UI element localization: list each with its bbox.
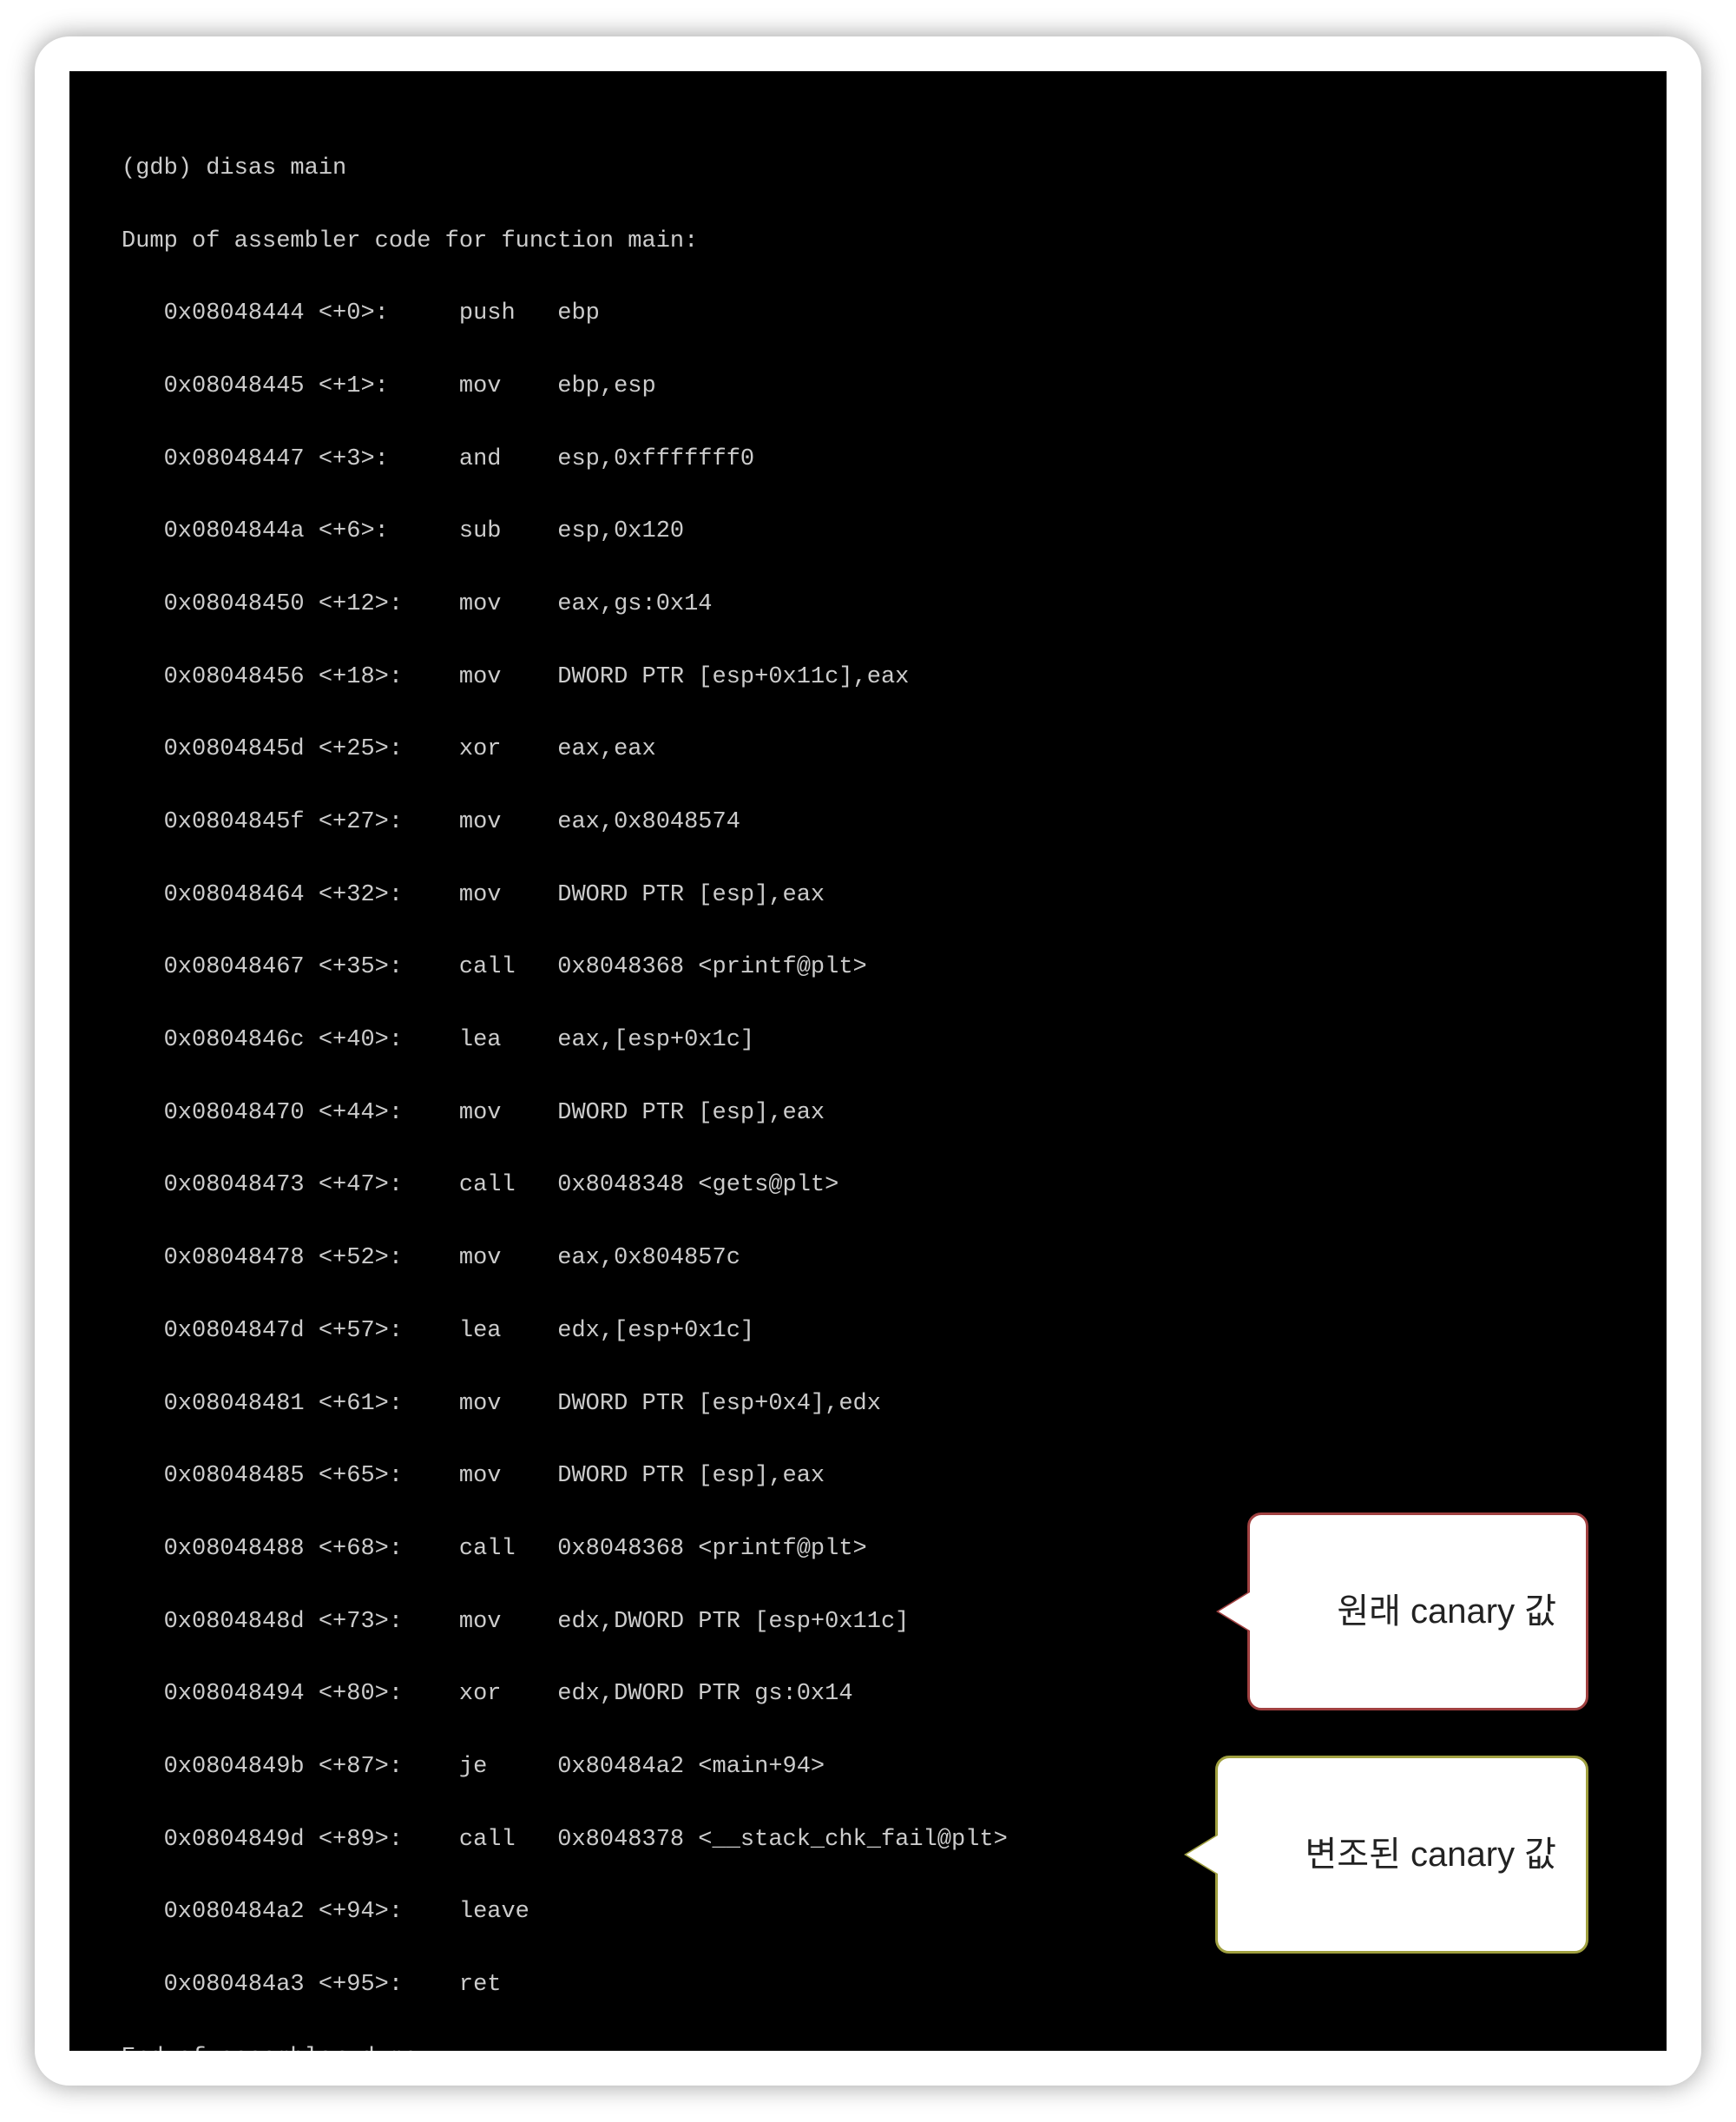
callout-label: 변조된 canary 값 [1305,1835,1557,1874]
asm-line: 0x08048473 <+47>: call 0x8048348 <gets@p… [122,1168,1614,1204]
asm-line: 0x08048444 <+0>: push ebp [122,296,1614,333]
asm-dump-end: End of assembler dump. [122,2040,1614,2051]
gdb-cmd-disas: (gdb) disas main [122,151,1614,188]
asm-line: 0x0804845f <+27>: mov eax,0x8048574 [122,805,1614,841]
asm-line: 0x08048485 <+65>: mov DWORD PTR [esp],ea… [122,1459,1614,1495]
screenshot-frame: (gdb) disas main Dump of assembler code … [35,36,1701,2086]
asm-line: 0x0804846c <+40>: lea eax,[esp+0x1c] [122,1023,1614,1059]
asm-line: 0x08048445 <+1>: mov ebp,esp [122,369,1614,405]
asm-line: 0x08048478 <+52>: mov eax,0x804857c [122,1241,1614,1277]
asm-line: 0x08048447 <+3>: and esp,0xfffffff0 [122,442,1614,478]
asm-line: 0x08048464 <+32>: mov DWORD PTR [esp],ea… [122,878,1614,914]
asm-line: 0x0804844a <+6>: sub esp,0x120 [122,514,1614,550]
asm-line: 0x0804847d <+57>: lea edx,[esp+0x1c] [122,1314,1614,1350]
callout-label: 원래 canary 값 [1337,1592,1556,1631]
asm-line: 0x08048481 <+61>: mov DWORD PTR [esp+0x4… [122,1387,1614,1423]
asm-line: 0x08048470 <+44>: mov DWORD PTR [esp],ea… [122,1096,1614,1132]
asm-dump-header: Dump of assembler code for function main… [122,224,1614,260]
asm-line: 0x08048467 <+35>: call 0x8048368 <printf… [122,950,1614,986]
asm-line: 0x08048456 <+18>: mov DWORD PTR [esp+0x1… [122,660,1614,696]
asm-line: 0x0804845d <+25>: xor eax,eax [122,732,1614,768]
asm-line: 0x08048450 <+12>: mov eax,gs:0x14 [122,587,1614,623]
terminal-window: (gdb) disas main Dump of assembler code … [69,71,1667,2051]
callout-original-canary: 원래 canary 값 [1247,1512,1588,1710]
asm-line: 0x080484a3 <+95>: ret [122,1967,1614,2004]
callout-tampered-canary: 변조된 canary 값 [1215,1756,1588,1954]
